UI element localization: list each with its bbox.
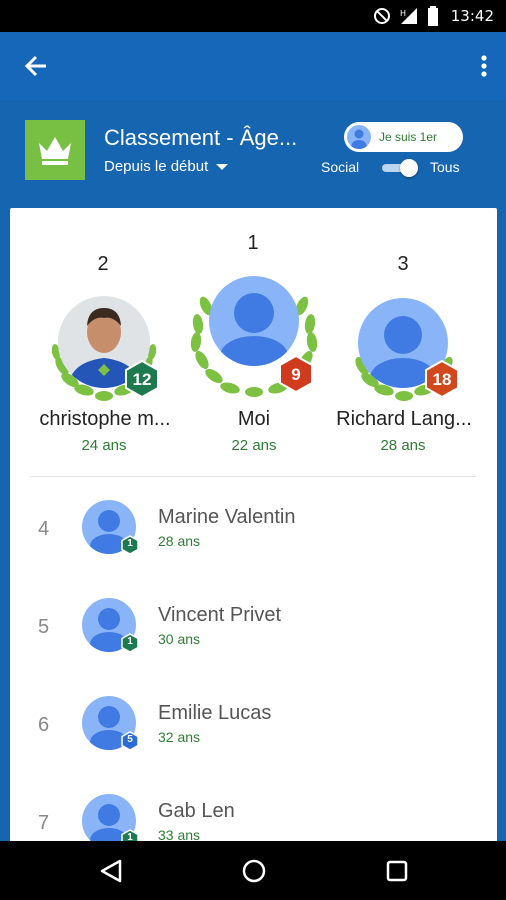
level-badge-value: 12 [132,370,152,389]
period-dropdown[interactable]: Depuis le début [104,158,229,175]
app-bar [0,32,506,100]
svg-text:H: H [400,9,406,18]
signal-icon: H [399,7,419,25]
page-title: Classement - Âge... [104,125,298,150]
podium-age-3: 28 ans [380,437,426,454]
nav-back-icon[interactable] [98,859,124,888]
arrow-back-icon[interactable] [22,52,50,80]
social-all-toggle[interactable] [380,159,420,177]
me-first-label: Je suis 1er [379,130,438,144]
list-rank: 5 [38,616,50,638]
podium-rank-1: 1 [247,232,259,254]
list-name: Marine Valentin [158,506,296,528]
list-item[interactable]: 5 1 Vincent Privet 30 ans [10,594,497,692]
status-time: 13:42 [450,7,494,25]
avatar [347,125,371,149]
nav-home-icon[interactable] [241,859,267,888]
status-bar: H 13:42 [0,0,506,32]
list-age: 30 ans [158,631,201,647]
list-item[interactable]: 7 1 Gab Len 33 ans [10,790,497,848]
list-age: 28 ans [158,533,201,549]
leaderboard-card: 2 1 3 12 9 18 christophe m... 24 ans Moi… [10,208,497,848]
period-dropdown-label: Depuis le début [104,158,209,175]
podium-name-2: christophe m... [39,408,171,430]
me-first-chip[interactable]: Je suis 1er [344,122,463,152]
social-label: Social [321,159,360,175]
podium-age-1: 22 ans [231,437,277,454]
level-badge-value: 5 [127,734,133,745]
podium-rank-3: 3 [397,253,409,275]
level-badge-value: 9 [291,365,301,384]
list-name: Gab Len [158,800,235,822]
battery-icon [427,6,439,26]
list-item[interactable]: 6 5 Emilie Lucas 32 ans [10,692,497,790]
more-vert-icon[interactable] [476,52,492,80]
podium-rank-2: 2 [97,253,109,275]
list-age: 32 ans [158,729,201,745]
podium-name-3: Richard Lang... [336,408,472,430]
all-label: Tous [430,159,460,175]
nav-recents-icon[interactable] [385,859,409,888]
list-rank: 6 [38,714,50,736]
level-badge-value: 1 [127,538,133,549]
podium-name-1: Moi [237,408,271,430]
list-name: Vincent Privet [158,604,282,626]
do-not-disturb-icon [373,7,391,25]
system-nav-bar [0,841,506,900]
toggle-thumb [400,159,418,177]
list-rank: 4 [38,518,50,540]
list-name: Emilie Lucas [158,702,272,724]
list-item[interactable]: 4 1 Marine Valentin 28 ans [10,496,497,594]
avatar [209,276,299,366]
divider [30,476,476,477]
level-badge-value: 1 [127,636,133,647]
level-badge-value: 18 [432,370,452,389]
podium-age-2: 24 ans [81,437,127,454]
list-rank: 7 [38,812,50,834]
leaderboard-header: Classement - Âge... Depuis le début Je s… [0,100,506,210]
chevron-down-icon [216,163,229,170]
crown-icon [25,120,85,180]
